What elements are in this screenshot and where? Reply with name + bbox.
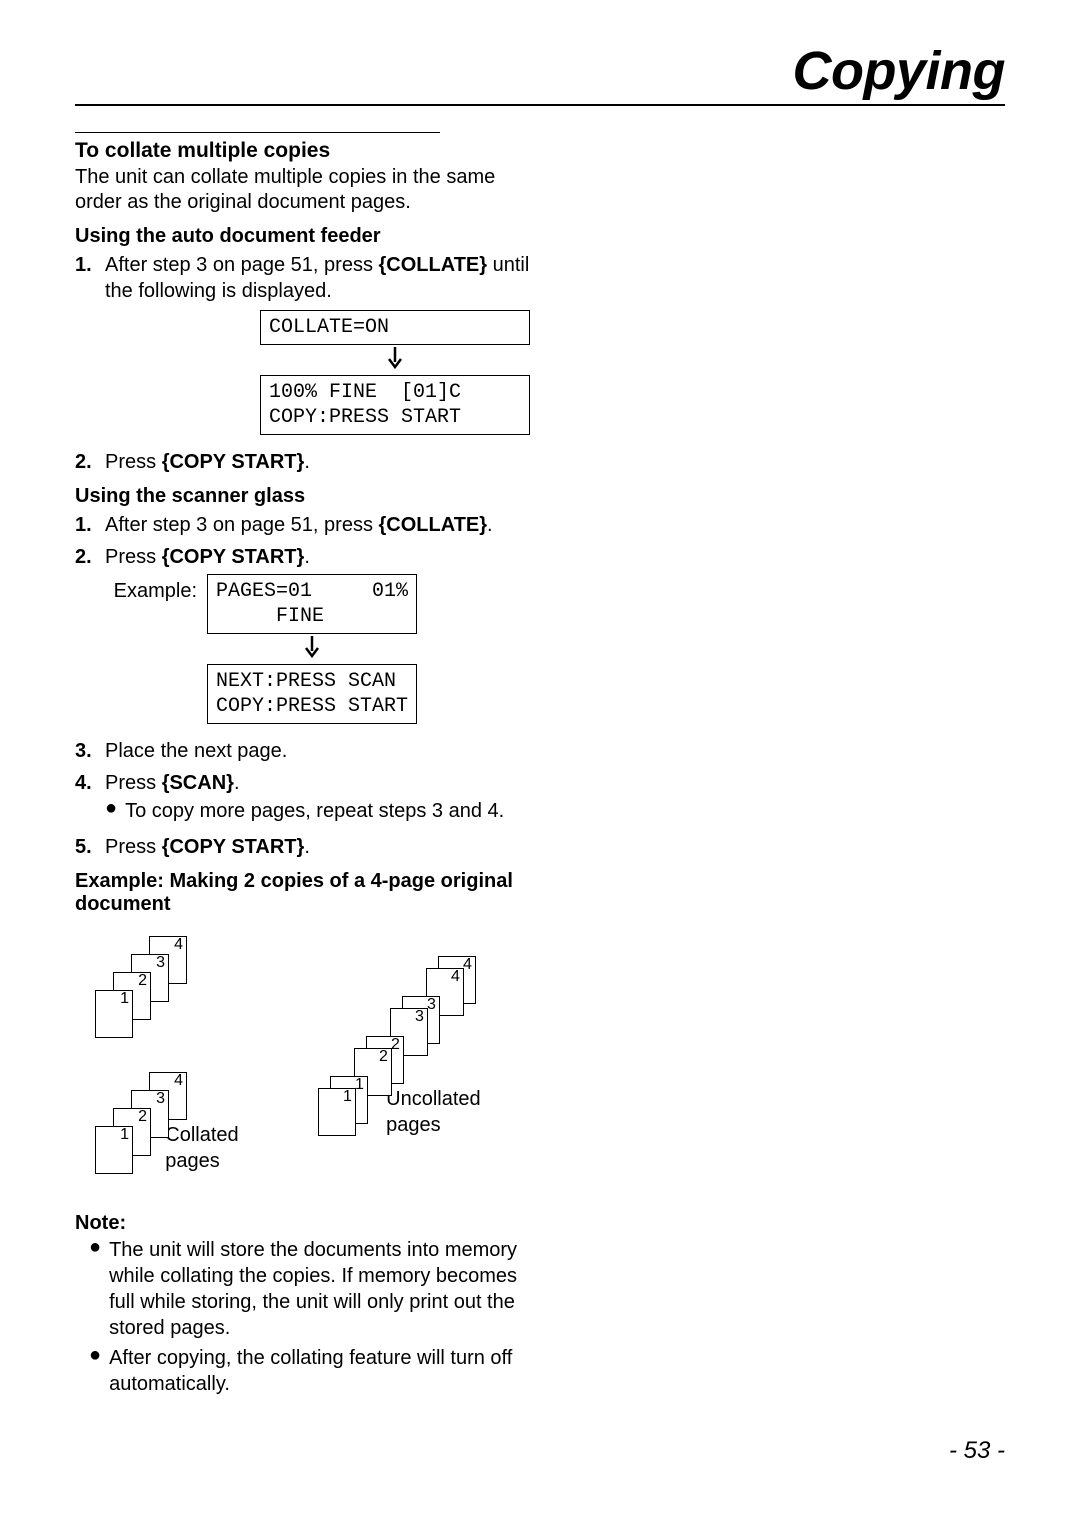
step-text: After step 3 on page 51, press (105, 514, 379, 536)
step-text-after: . (487, 514, 493, 536)
bullet-icon: ● (89, 1345, 101, 1397)
glass-step-2: 2. Press {COPY START}. Example: PAGES=01… (75, 544, 530, 732)
copy-start-key: {COPY START} (162, 451, 305, 473)
step-number: 3. (75, 738, 97, 764)
lcd-display: NEXT:PRESS SCAN COPY:PRESS START (207, 664, 417, 724)
step-text-after: . (304, 836, 310, 858)
scan-key: {SCAN} (162, 772, 234, 794)
copy-start-key: {COPY START} (162, 546, 305, 568)
lcd-display: PAGES=01 01% FINE (207, 574, 417, 634)
note-bullet: ●The unit will store the documents into … (89, 1237, 530, 1341)
note-text: After copying, the collating feature wil… (109, 1345, 530, 1397)
arrow-down-icon (260, 347, 530, 373)
step-text: After step 3 on page 51, press (105, 254, 379, 276)
note-heading: Note: (75, 1212, 530, 1235)
uncollated-stack: 4 4 3 3 2 2 1 1 (318, 956, 476, 1176)
section-divider (75, 132, 440, 133)
step-text: Press (105, 546, 162, 568)
step-number: 1. (75, 252, 97, 443)
collate-key: {COLLATE} (379, 254, 488, 276)
step-text: Press (105, 451, 162, 473)
step-text: Place the next page. (105, 738, 287, 764)
glass-step-1: 1. After step 3 on page 51, press {COLLA… (75, 512, 530, 538)
collate-key: {COLLATE} (379, 514, 488, 536)
adf-step-1: 1. After step 3 on page 51, press {COLLA… (75, 252, 530, 443)
lcd-display: 100% FINE [01]C COPY:PRESS START (260, 375, 530, 435)
bullet-text: To copy more pages, repeat steps 3 and 4… (125, 798, 504, 824)
bullet-icon: ● (105, 798, 117, 824)
note-bullet: ●After copying, the collating feature wi… (89, 1345, 530, 1397)
step-text: Press (105, 836, 162, 858)
adf-heading: Using the auto document feeder (75, 225, 530, 248)
step-text-after: . (234, 772, 240, 794)
glass-step-5: 5. Press {COPY START}. (75, 834, 530, 860)
step-number: 5. (75, 834, 97, 860)
step-text-after: . (304, 546, 310, 568)
glass-step-4: 4. Press {SCAN}. ● To copy more pages, re… (75, 770, 530, 828)
glass-step-3: 3. Place the next page. (75, 738, 530, 764)
step-number: 4. (75, 770, 97, 828)
example-heading: Example: Making 2 copies of a 4-page ori… (75, 870, 530, 916)
collation-diagram: 4 3 2 1 4 3 2 1 Collated pages (95, 936, 530, 1182)
arrow-down-icon (207, 636, 417, 662)
step-number: 2. (75, 544, 97, 732)
step-number: 2. (75, 449, 97, 475)
collated-stack-bottom: 4 3 2 1 (95, 1072, 205, 1182)
collated-stack-top: 4 3 2 1 (95, 936, 215, 1056)
step-number: 1. (75, 512, 97, 538)
page-title: Copying (75, 40, 1005, 102)
step-text-after: . (304, 451, 310, 473)
step-text: Press (105, 772, 162, 794)
copy-start-key: {COPY START} (162, 836, 305, 858)
bullet-icon: ● (89, 1237, 101, 1341)
note-text: The unit will store the documents into m… (109, 1237, 530, 1341)
example-label: Example: (105, 574, 197, 604)
glass-heading: Using the scanner glass (75, 485, 530, 508)
collate-heading: To collate multiple copies (75, 139, 530, 163)
collate-intro: The unit can collate multiple copies in … (75, 165, 530, 215)
page-number: - 53 - (75, 1437, 1005, 1465)
page-sheet: 1 (95, 1126, 133, 1174)
page-sheet: 1 (318, 1088, 356, 1136)
page-sheet: 1 (95, 990, 133, 1038)
adf-step-2: 2. Press {COPY START}. (75, 449, 530, 475)
lcd-display: COLLATE=ON (260, 310, 530, 345)
substep-bullet: ● To copy more pages, repeat steps 3 and … (105, 798, 504, 824)
